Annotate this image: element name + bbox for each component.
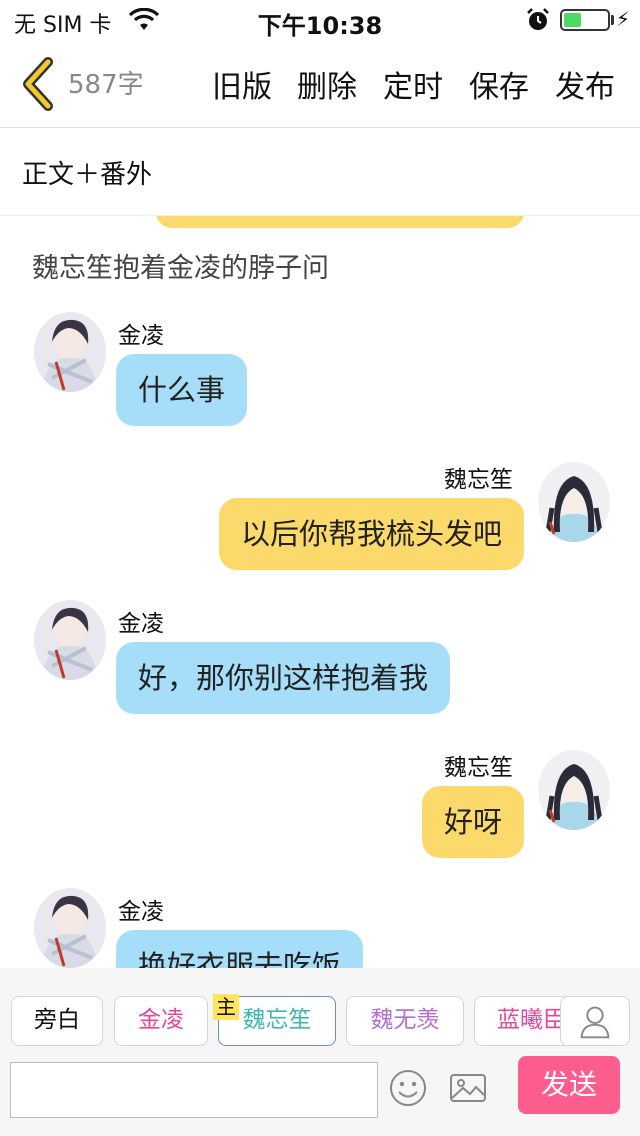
speaker-name: 金凌 [118,611,164,637]
avatar-jinling[interactable] [34,600,106,680]
character-selector: 旁白 金凌 魏忘笙 主 魏无羡 蓝曦臣 [0,968,640,1052]
character-chip-jinling[interactable]: 金凌 [114,996,208,1046]
speaker-name: 金凌 [118,899,164,925]
save-button[interactable]: 保存 [469,62,529,106]
person-icon[interactable] [560,996,630,1046]
avatar-jinling[interactable] [34,312,106,392]
battery-icon [560,9,610,31]
publish-button[interactable]: 发布 [555,62,615,106]
image-icon[interactable] [448,1068,488,1108]
battery-tip [611,15,614,25]
message-bubble-left[interactable]: 好，那你别这样抱着我 [116,642,451,714]
previous-message-bubble[interactable] [156,216,524,228]
avatar-weiwangsheng[interactable] [538,750,610,830]
chat-area[interactable]: 魏忘笙抱着金凌的脖子问 金凌 什么事 魏忘笙 以后你帮我梳头发吧 金凌 好，那你… [0,216,640,968]
avatar-weiwangsheng[interactable] [538,462,610,542]
schedule-button[interactable]: 定时 [383,62,443,106]
emoji-icon[interactable] [388,1068,428,1108]
status-bar: 无 SIM 卡 下午10:38 ⚡ [0,0,640,40]
message-bubble-left[interactable]: 什么事 [116,354,248,426]
battery-fill [564,13,581,27]
chapter-title-bar[interactable]: 正文＋番外 [0,128,640,216]
main-character-badge: 主 [213,994,239,1020]
message-bubble-left[interactable]: 换好衣服去吃饭 [116,930,364,968]
editor-header: 587字 旧版 删除 定时 保存 发布 [0,40,640,128]
character-chip-narrator[interactable]: 旁白 [11,996,103,1046]
back-chevron-icon[interactable] [18,56,58,112]
input-bar: 发送 [0,1052,640,1136]
chapter-title: 正文＋番外 [22,160,153,190]
message-input[interactable] [10,1062,378,1118]
delete-button[interactable]: 删除 [297,62,357,106]
character-chip-weiwuxian[interactable]: 魏无羡 [346,996,464,1046]
speaker-name: 金凌 [118,323,164,349]
message-bubble-right[interactable]: 好呀 [421,786,524,858]
message-bubble-right[interactable]: 以后你帮我梳头发吧 [218,498,524,570]
speaker-name: 魏忘笙 [444,467,513,493]
speaker-name: 魏忘笙 [444,755,513,781]
old-version-button[interactable]: 旧版 [212,62,272,106]
avatar-jinling[interactable] [34,888,106,968]
charging-bolt-icon: ⚡ [616,7,631,31]
alarm-icon [527,8,549,30]
word-count: 587字 [68,70,144,100]
narration-text[interactable]: 魏忘笙抱着金凌的脖子问 [32,246,329,285]
send-button[interactable]: 发送 [518,1056,620,1114]
character-chip-lanxichen[interactable]: 蓝曦臣 [474,996,570,1046]
